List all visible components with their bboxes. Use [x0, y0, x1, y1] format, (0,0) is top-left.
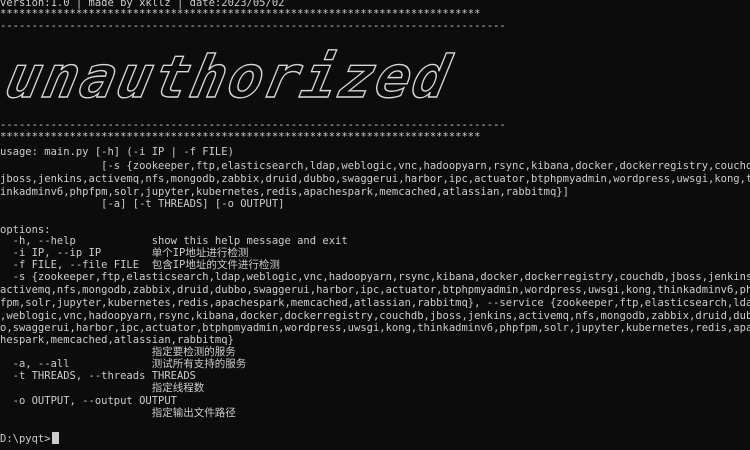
text-cursor	[51, 432, 59, 444]
prompt-text: D:\pyqt>	[0, 433, 51, 445]
command-prompt[interactable]: D:\pyqt>	[0, 432, 750, 446]
banner-text: unauthorized	[0, 42, 458, 111]
option-service: activemq,nfs,mongodb,zabbix,druid,dubbo,…	[0, 284, 750, 296]
dash-divider-top: ----------------------------------------…	[0, 20, 506, 32]
ascii-banner: unauthorized	[0, 42, 520, 112]
option-threads-desc: 指定线程数	[0, 382, 205, 394]
terminal-window[interactable]: version:1.0 | made by xkllz | date:2023/…	[0, 0, 750, 450]
stars-divider-bottom: ****************************************…	[0, 131, 481, 143]
usage-line: jboss,jenkins,activemq,nfs,mongodb,zabbi…	[0, 173, 750, 185]
option-service: -s {zookeeper,ftp,elasticsearch,ldap,web…	[0, 271, 750, 283]
usage-line: usage: main.py [-h] (-i IP | -f FILE)	[0, 146, 234, 158]
option-output-desc: 指定输出文件路径	[0, 407, 236, 419]
option-service: fpm,solr,jupyter,kubernetes,redis,apache…	[0, 297, 750, 309]
usage-line: [-a] [-t THREADS] [-o OUTPUT]	[0, 198, 285, 210]
usage-line: [-s {zookeeper,ftp,elasticsearch,ldap,we…	[0, 160, 750, 172]
